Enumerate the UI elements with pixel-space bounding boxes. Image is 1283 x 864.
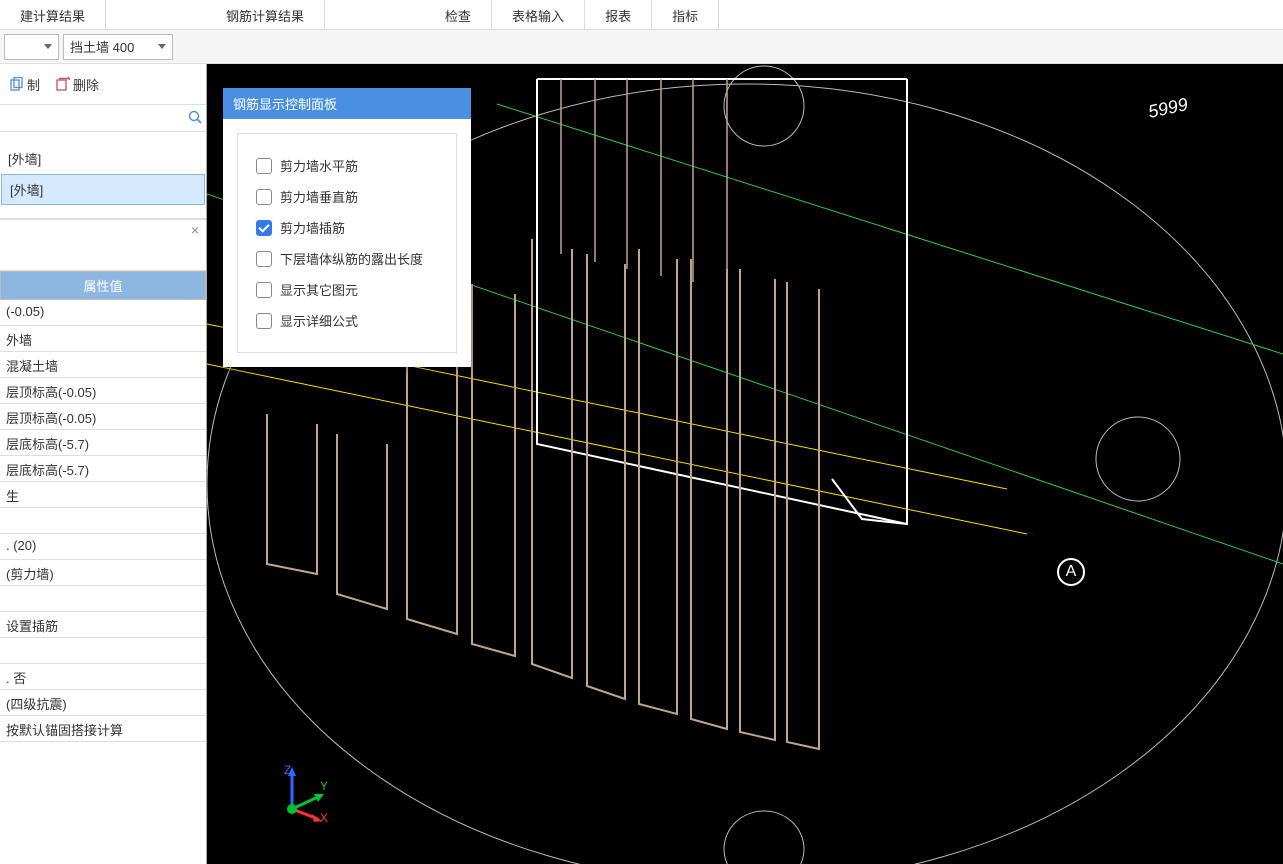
checkbox-insert-rebar[interactable]: 剪力墙插筋 [254, 212, 440, 243]
tab-report[interactable]: 报表 [585, 0, 652, 30]
copy-icon [10, 77, 24, 91]
delete-label: 删除 [73, 75, 99, 94]
property-row[interactable] [0, 508, 206, 534]
checkbox-show-other-elements[interactable]: 显示其它图元 [254, 274, 440, 305]
search-input[interactable] [4, 106, 188, 130]
checkbox[interactable] [256, 282, 272, 298]
property-row[interactable]: 层顶标高(-0.05) [0, 378, 206, 404]
copy-button[interactable]: 制 [4, 72, 46, 97]
toolbar: 制 删除 [0, 64, 206, 104]
property-header: 属性值 [0, 271, 206, 300]
tab-table-input[interactable]: 表格输入 [492, 0, 585, 30]
search-icon[interactable] [188, 110, 202, 127]
tab-build-calc-result[interactable]: 建计算结果 [0, 0, 106, 30]
dropdown-1[interactable] [4, 34, 59, 60]
tree-panel: [外墙] [外墙] [0, 132, 206, 219]
checkbox[interactable] [256, 158, 272, 174]
property-row[interactable]: 外墙 [0, 326, 206, 352]
property-row[interactable]: . 否 [0, 664, 206, 690]
property-row[interactable]: . (20) [0, 534, 206, 560]
tree-item-outer-wall-selected[interactable]: [外墙] [1, 174, 205, 205]
checkbox-horizontal-rebar[interactable]: 剪力墙水平筋 [254, 150, 440, 181]
z-axis-label: Z [284, 764, 291, 777]
x-axis-label: X [320, 811, 328, 824]
y-axis-label: Y [320, 779, 328, 793]
panel-title: 钢筋显示控制面板 [223, 88, 471, 119]
delete-button[interactable]: 删除 [50, 72, 105, 97]
checkbox[interactable] [256, 313, 272, 329]
rebar-display-control-panel: 钢筋显示控制面板 剪力墙水平筋 剪力墙垂直筋 剪力墙插筋 下层墙体纵筋的露出长度 [223, 88, 471, 367]
property-row[interactable]: 设置插筋 [0, 612, 206, 638]
chevron-down-icon [44, 44, 52, 49]
checkbox[interactable] [256, 220, 272, 236]
3d-viewport[interactable]: 5999 A Z Y X 钢筋显示控制面板 剪力墙水平筋 [207, 64, 1283, 864]
left-panel: 制 删除 [外墙] [外墙] × 属性值 (-0 [0, 64, 207, 864]
tab-check[interactable]: 检查 [425, 0, 492, 30]
property-row[interactable]: 层底标高(-5.7) [0, 430, 206, 456]
checkbox[interactable] [256, 189, 272, 205]
chevron-down-icon [158, 44, 166, 49]
panel-section: × [0, 219, 206, 271]
tab-rebar-calc-result[interactable]: 钢筋计算结果 [206, 0, 325, 30]
copy-label: 制 [27, 75, 40, 94]
checkbox[interactable] [256, 251, 272, 267]
search-row [0, 104, 206, 132]
property-table: 属性值 (-0.05) 外墙 混凝土墙 层顶标高(-0.05) 层顶标高(-0.… [0, 271, 206, 864]
checkbox-vertical-rebar[interactable]: 剪力墙垂直筋 [254, 181, 440, 212]
property-row[interactable] [0, 586, 206, 612]
axis-gizmo[interactable]: Z Y X [272, 764, 332, 824]
dropdown-bar: 挡土墙 400 [0, 30, 1283, 64]
property-row[interactable]: (四级抗震) [0, 690, 206, 716]
close-icon[interactable]: × [188, 224, 202, 238]
axis-a-marker: A [1057, 558, 1085, 586]
checkbox-lower-wall-extension[interactable]: 下层墙体纵筋的露出长度 [254, 243, 440, 274]
property-row[interactable]: 生 [0, 482, 206, 508]
property-row[interactable]: (-0.05) [0, 300, 206, 326]
tab-index[interactable]: 指标 [652, 0, 719, 30]
property-row[interactable]: 层底标高(-5.7) [0, 456, 206, 482]
top-tab-bar: 建计算结果 钢筋计算结果 检查 表格输入 报表 指标 [0, 0, 1283, 30]
property-row[interactable] [0, 638, 206, 664]
delete-icon [56, 77, 70, 91]
property-row[interactable]: (剪力墙) [0, 560, 206, 586]
property-row[interactable]: 混凝土墙 [0, 352, 206, 378]
tree-item-outer-wall[interactable]: [外墙] [0, 144, 206, 173]
dropdown-wall-type[interactable]: 挡土墙 400 [63, 34, 173, 60]
property-row[interactable]: 层顶标高(-0.05) [0, 404, 206, 430]
checkbox-show-detail-formula[interactable]: 显示详细公式 [254, 305, 440, 336]
property-row[interactable]: 按默认锚固搭接计算 [0, 716, 206, 742]
